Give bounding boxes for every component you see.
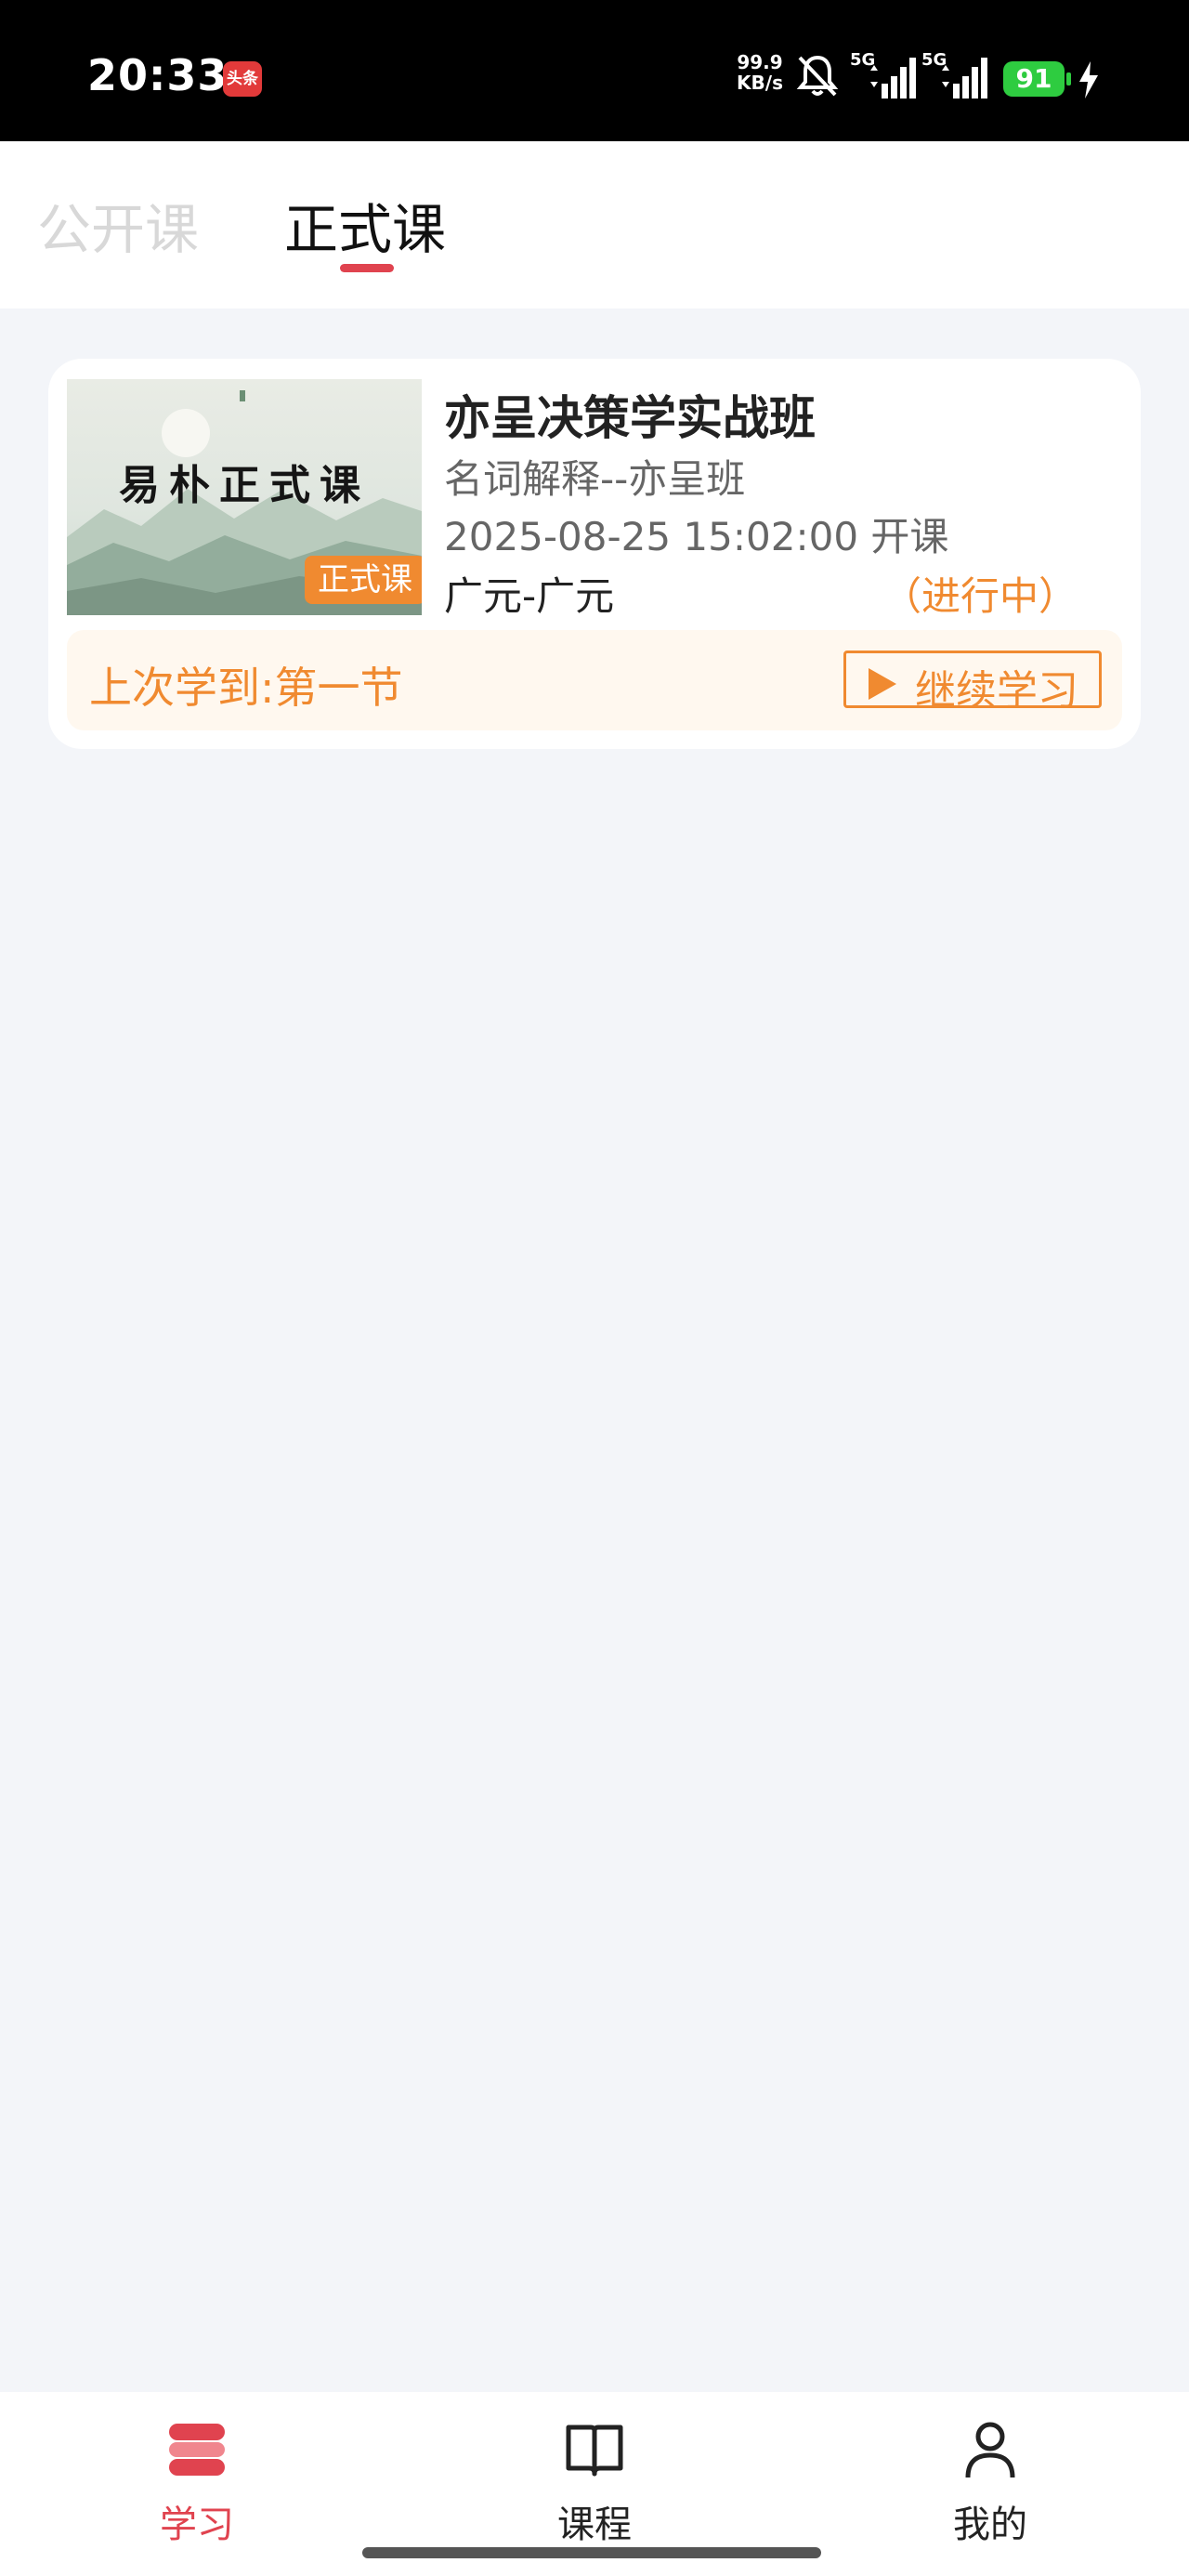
course-title: 亦呈决策学实战班 [444, 391, 816, 445]
course-card[interactable]: 易朴正式课 正式课 亦呈决策学实战班 名词解释--亦呈班 2025-08-25 … [48, 359, 1141, 749]
nav-label-study: 学习 [160, 2504, 234, 2546]
last-learned-text: 上次学到:第一节 [89, 663, 403, 713]
course-thumbnail: 易朴正式课 正式课 [67, 379, 422, 615]
course-subtitle: 名词解释--亦呈班 [444, 456, 746, 502]
learning-progress-row: 上次学到:第一节 继续学习 [67, 630, 1122, 730]
play-icon [867, 664, 898, 712]
continue-learning-button[interactable]: 继续学习 [843, 651, 1102, 715]
signal-bars-icon [942, 58, 987, 99]
course-status: （进行中） [882, 573, 1078, 619]
battery-tip [1066, 72, 1071, 85]
thumbnail-title: 易朴正式课 [119, 462, 370, 509]
user-icon [960, 2420, 1020, 2483]
course-start-time: 2025-08-25 15:02:00 开课 [444, 514, 949, 559]
bell-muted-icon [794, 52, 841, 102]
nav-label-mine: 我的 [953, 2504, 1027, 2546]
signal-bars-icon [870, 58, 916, 99]
battery-level: 91 [1003, 61, 1065, 97]
active-tab-indicator [340, 264, 394, 272]
continue-learning-label: 继续学习 [915, 667, 1078, 715]
nav-item-course[interactable]: 课程 [502, 2405, 687, 2546]
nav-item-study[interactable]: 学习 [104, 2405, 290, 2546]
status-bar: 20:33 头条 99.9 KB/s 5G 5G 91 [0, 0, 1189, 141]
network-speed-value: 99.9 [737, 51, 783, 73]
app-notification-badge: 头条 [223, 61, 262, 97]
home-indicator[interactable] [362, 2547, 821, 2558]
network-speed: 99.9 KB/s [734, 52, 786, 93]
book-icon [565, 2420, 624, 2483]
tab-header: 公开课 正式课 [0, 141, 1189, 309]
nav-label-course: 课程 [557, 2504, 632, 2546]
network-speed-unit: KB/s [737, 72, 783, 94]
nav-item-mine[interactable]: 我的 [897, 2405, 1083, 2546]
tab-formal-course[interactable]: 正式课 [284, 186, 446, 264]
charging-bolt-icon [1078, 61, 1100, 102]
course-location: 广元-广元 [444, 573, 615, 619]
study-icon [167, 2420, 227, 2483]
status-time: 20:33 [87, 50, 229, 100]
thumbnail-tag: 正式课 [305, 556, 422, 604]
tab-public-course[interactable]: 公开课 [37, 186, 199, 264]
